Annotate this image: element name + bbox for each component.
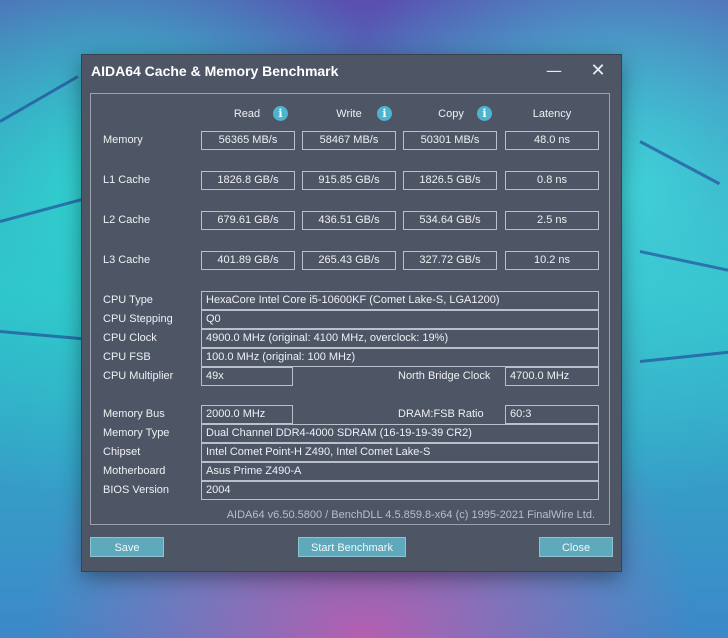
nb-clock-value: 4700.0 MHz <box>505 367 599 386</box>
bios-version-label: BIOS Version <box>103 484 170 496</box>
motherboard-value: Asus Prime Z490-A <box>201 462 599 481</box>
cpu-multiplier-value: 49x <box>201 367 293 386</box>
row-label-memory: Memory <box>103 134 143 146</box>
chipset-value: Intel Comet Point-H Z490, Intel Comet La… <box>201 443 599 462</box>
l2-latency-value: 2.5 ns <box>505 211 599 230</box>
info-icon-copy[interactable]: i <box>477 106 492 121</box>
row-label-l1: L1 Cache <box>103 174 151 186</box>
dram-ratio-value: 60:3 <box>505 405 599 424</box>
info-icon-write[interactable]: i <box>377 106 392 121</box>
motherboard-label: Motherboard <box>103 465 166 477</box>
l2-write-value: 436.51 GB/s <box>302 211 396 230</box>
benchmark-window: AIDA64 Cache & Memory Benchmark — ✕ Read… <box>82 55 621 571</box>
memory-read-value: 56365 MB/s <box>201 131 295 150</box>
wallpaper-rib <box>639 250 728 272</box>
nb-clock-label: North Bridge Clock <box>398 370 491 382</box>
wallpaper-rib <box>639 350 728 363</box>
cpu-clock-value: 4900.0 MHz (original: 4100 MHz, overcloc… <box>201 329 599 348</box>
minimize-button[interactable]: — <box>534 59 574 83</box>
cpu-type-label: CPU Type <box>103 294 153 306</box>
row-label-l2: L2 Cache <box>103 214 151 226</box>
memory-copy-value: 50301 MB/s <box>403 131 497 150</box>
info-icon-read[interactable]: i <box>273 106 288 121</box>
chipset-label: Chipset <box>103 446 141 458</box>
wallpaper-rib <box>639 140 721 186</box>
cpu-clock-label: CPU Clock <box>103 332 157 344</box>
l1-copy-value: 1826.5 GB/s <box>403 171 497 190</box>
start-benchmark-button[interactable]: Start Benchmark <box>298 537 406 557</box>
wallpaper-rib <box>0 75 79 123</box>
l1-read-value: 1826.8 GB/s <box>201 171 295 190</box>
dram-ratio-label: DRAM:FSB Ratio <box>398 408 484 420</box>
l1-latency-value: 0.8 ns <box>505 171 599 190</box>
l3-write-value: 265.43 GB/s <box>302 251 396 270</box>
cpu-stepping-label: CPU Stepping <box>103 313 173 325</box>
cpu-stepping-value: Q0 <box>201 310 599 329</box>
memory-type-value: Dual Channel DDR4-4000 SDRAM (16-19-19-3… <box>201 424 599 443</box>
l2-copy-value: 534.64 GB/s <box>403 211 497 230</box>
wallpaper-rib <box>0 330 90 341</box>
memory-bus-label: Memory Bus <box>103 408 165 420</box>
column-header-latency: Latency <box>532 108 572 120</box>
memory-bus-value: 2000.0 MHz <box>201 405 293 424</box>
row-label-l3: L3 Cache <box>103 254 151 266</box>
cpu-fsb-label: CPU FSB <box>103 351 151 363</box>
close-button[interactable]: Close <box>539 537 613 557</box>
memory-type-label: Memory Type <box>103 427 170 439</box>
cpu-fsb-value: 100.0 MHz (original: 100 MHz) <box>201 348 599 367</box>
bios-version-value: 2004 <box>201 481 599 500</box>
l3-latency-value: 10.2 ns <box>505 251 599 270</box>
memory-write-value: 58467 MB/s <box>302 131 396 150</box>
l2-read-value: 679.61 GB/s <box>201 211 295 230</box>
title-bar[interactable]: AIDA64 Cache & Memory Benchmark — ✕ <box>82 55 621 89</box>
l3-copy-value: 327.72 GB/s <box>403 251 497 270</box>
window-title: AIDA64 Cache & Memory Benchmark <box>91 63 339 79</box>
cpu-multiplier-label: CPU Multiplier <box>103 370 174 382</box>
close-window-button[interactable]: ✕ <box>578 59 618 83</box>
version-footer: AIDA64 v6.50.5800 / BenchDLL 4.5.859.8-x… <box>226 509 595 521</box>
cpu-type-value: HexaCore Intel Core i5-10600KF (Comet La… <box>201 291 599 310</box>
wallpaper-rib <box>0 196 88 223</box>
l3-read-value: 401.89 GB/s <box>201 251 295 270</box>
l1-write-value: 915.85 GB/s <box>302 171 396 190</box>
results-panel: Read i Write i Copy i Latency Memory 563… <box>90 93 610 525</box>
save-button[interactable]: Save <box>90 537 164 557</box>
memory-latency-value: 48.0 ns <box>505 131 599 150</box>
